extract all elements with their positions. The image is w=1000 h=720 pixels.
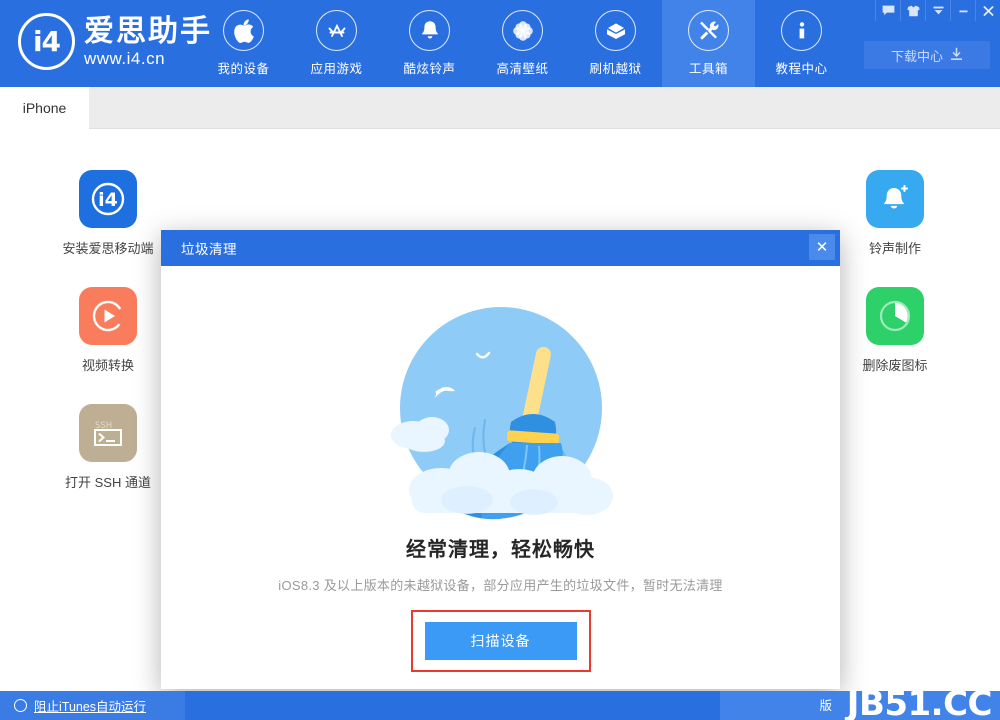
feedback-icon[interactable]	[875, 0, 900, 21]
broom-clouds-illustration	[379, 304, 623, 533]
nav-label: 高清壁纸	[496, 62, 549, 76]
ssh-terminal-icon: SSH	[79, 404, 137, 462]
info-icon	[781, 10, 822, 51]
tool-label: 删除废图标	[862, 358, 928, 373]
device-tabstrip: iPhone	[0, 87, 1000, 129]
dialog-body: 经常清理，轻松畅快 iOS8.3 及以上版本的未越狱设备，部分应用产生的垃圾文件…	[161, 266, 840, 689]
i4-app-icon: i4	[79, 170, 137, 228]
app-window: i4 爱思助手 www.i4.cn 我的设备 应用游戏 酷炫铃声 高清壁纸 刷机…	[0, 0, 1000, 720]
close-icon[interactable]	[975, 0, 1000, 21]
tool-remove-dead-icons[interactable]: 删除废图标	[820, 287, 970, 374]
tool-label: 铃声制作	[868, 241, 921, 256]
video-play-icon	[79, 287, 137, 345]
nav-label: 工具箱	[688, 62, 728, 76]
appstore-icon	[316, 10, 357, 51]
bell-icon	[409, 10, 450, 51]
nav-label: 应用游戏	[310, 62, 363, 76]
scan-button-highlight: 扫描设备	[410, 610, 591, 672]
nav-label: 刷机越狱	[589, 62, 642, 76]
app-header: i4 爱思助手 www.i4.cn 我的设备 应用游戏 酷炫铃声 高清壁纸 刷机…	[0, 0, 1000, 87]
tool-column-right: 铃声制作 删除废图标	[820, 170, 970, 404]
nav-label: 酷炫铃声	[403, 62, 456, 76]
status-bar: 阻止iTunes自动运行 版 JB51.CC	[0, 684, 1000, 720]
ringtone-bell-icon	[866, 170, 924, 228]
nav-item-tutorials[interactable]: 教程中心	[755, 0, 848, 87]
skin-shirt-icon[interactable]	[900, 0, 925, 21]
brand-logo[interactable]: i4 爱思助手 www.i4.cn	[18, 13, 212, 70]
dialog-close-icon[interactable]: ✕	[809, 234, 835, 260]
download-icon	[950, 47, 963, 64]
brand-site: www.i4.cn	[84, 48, 166, 68]
brand-text: 爱思助手 www.i4.cn	[84, 13, 212, 68]
nav-item-ringtones[interactable]: 酷炫铃声	[383, 0, 476, 87]
download-center-button[interactable]: 下载中心	[864, 41, 990, 69]
dialog-hero-title: 经常清理，轻松畅快	[406, 539, 595, 561]
pie-clock-icon	[866, 287, 924, 345]
nav-label: 我的设备	[217, 62, 270, 76]
site-watermark: JB51.CC	[846, 684, 993, 720]
dialog-hero-subtitle: iOS8.3 及以上版本的未越狱设备，部分应用产生的垃圾文件，暂时无法清理	[278, 578, 723, 593]
svg-text:i4: i4	[98, 189, 118, 211]
toolbox-content: i4 安装爱思移动端 视频转换 SSH 打开 SSH 通道 铃声制作 删除废图标…	[0, 129, 1000, 691]
tool-label: 安装爱思移动端	[62, 241, 154, 256]
tab-iphone[interactable]: iPhone	[0, 87, 89, 129]
nav-item-toolbox[interactable]: 工具箱	[662, 0, 755, 87]
chevron-down-icon[interactable]	[925, 0, 950, 21]
apple-icon	[223, 10, 264, 51]
scan-device-button[interactable]: 扫描设备	[424, 622, 577, 660]
nav-item-wallpapers[interactable]: 高清壁纸	[476, 0, 569, 87]
minimize-icon[interactable]	[950, 0, 975, 21]
tools-icon	[688, 10, 729, 51]
block-itunes-label: 阻止iTunes自动运行	[34, 700, 147, 714]
radio-circle-icon	[14, 699, 27, 712]
tool-label: 打开 SSH 通道	[65, 475, 151, 490]
brand-name: 爱思助手	[84, 13, 212, 49]
nav-label: 教程中心	[775, 62, 828, 76]
nav-item-apps-games[interactable]: 应用游戏	[290, 0, 383, 87]
main-nav: 我的设备 应用游戏 酷炫铃声 高清壁纸 刷机越狱 工具箱 教程中心	[197, 0, 848, 87]
window-controls	[875, 0, 1000, 21]
download-center-label: 下载中心	[890, 48, 943, 64]
nav-item-my-device[interactable]: 我的设备	[197, 0, 290, 87]
flower-icon	[502, 10, 543, 51]
block-itunes-toggle[interactable]: 阻止iTunes自动运行	[0, 691, 185, 720]
junk-cleanup-dialog: 垃圾清理 ✕ 经常清理，轻松畅快 iOS8.3 及以上版本的未越狱设备，部分应用…	[161, 230, 840, 689]
dialog-titlebar: 垃圾清理 ✕	[161, 230, 840, 266]
open-box-icon	[595, 10, 636, 51]
nav-item-flash-jailbreak[interactable]: 刷机越狱	[569, 0, 662, 87]
i4-logo-icon: i4	[18, 13, 75, 70]
dialog-title: 垃圾清理	[181, 242, 237, 257]
copyright-text: 版	[819, 699, 832, 713]
tool-label: 视频转换	[81, 358, 134, 373]
tool-ringtone-maker[interactable]: 铃声制作	[820, 170, 970, 257]
